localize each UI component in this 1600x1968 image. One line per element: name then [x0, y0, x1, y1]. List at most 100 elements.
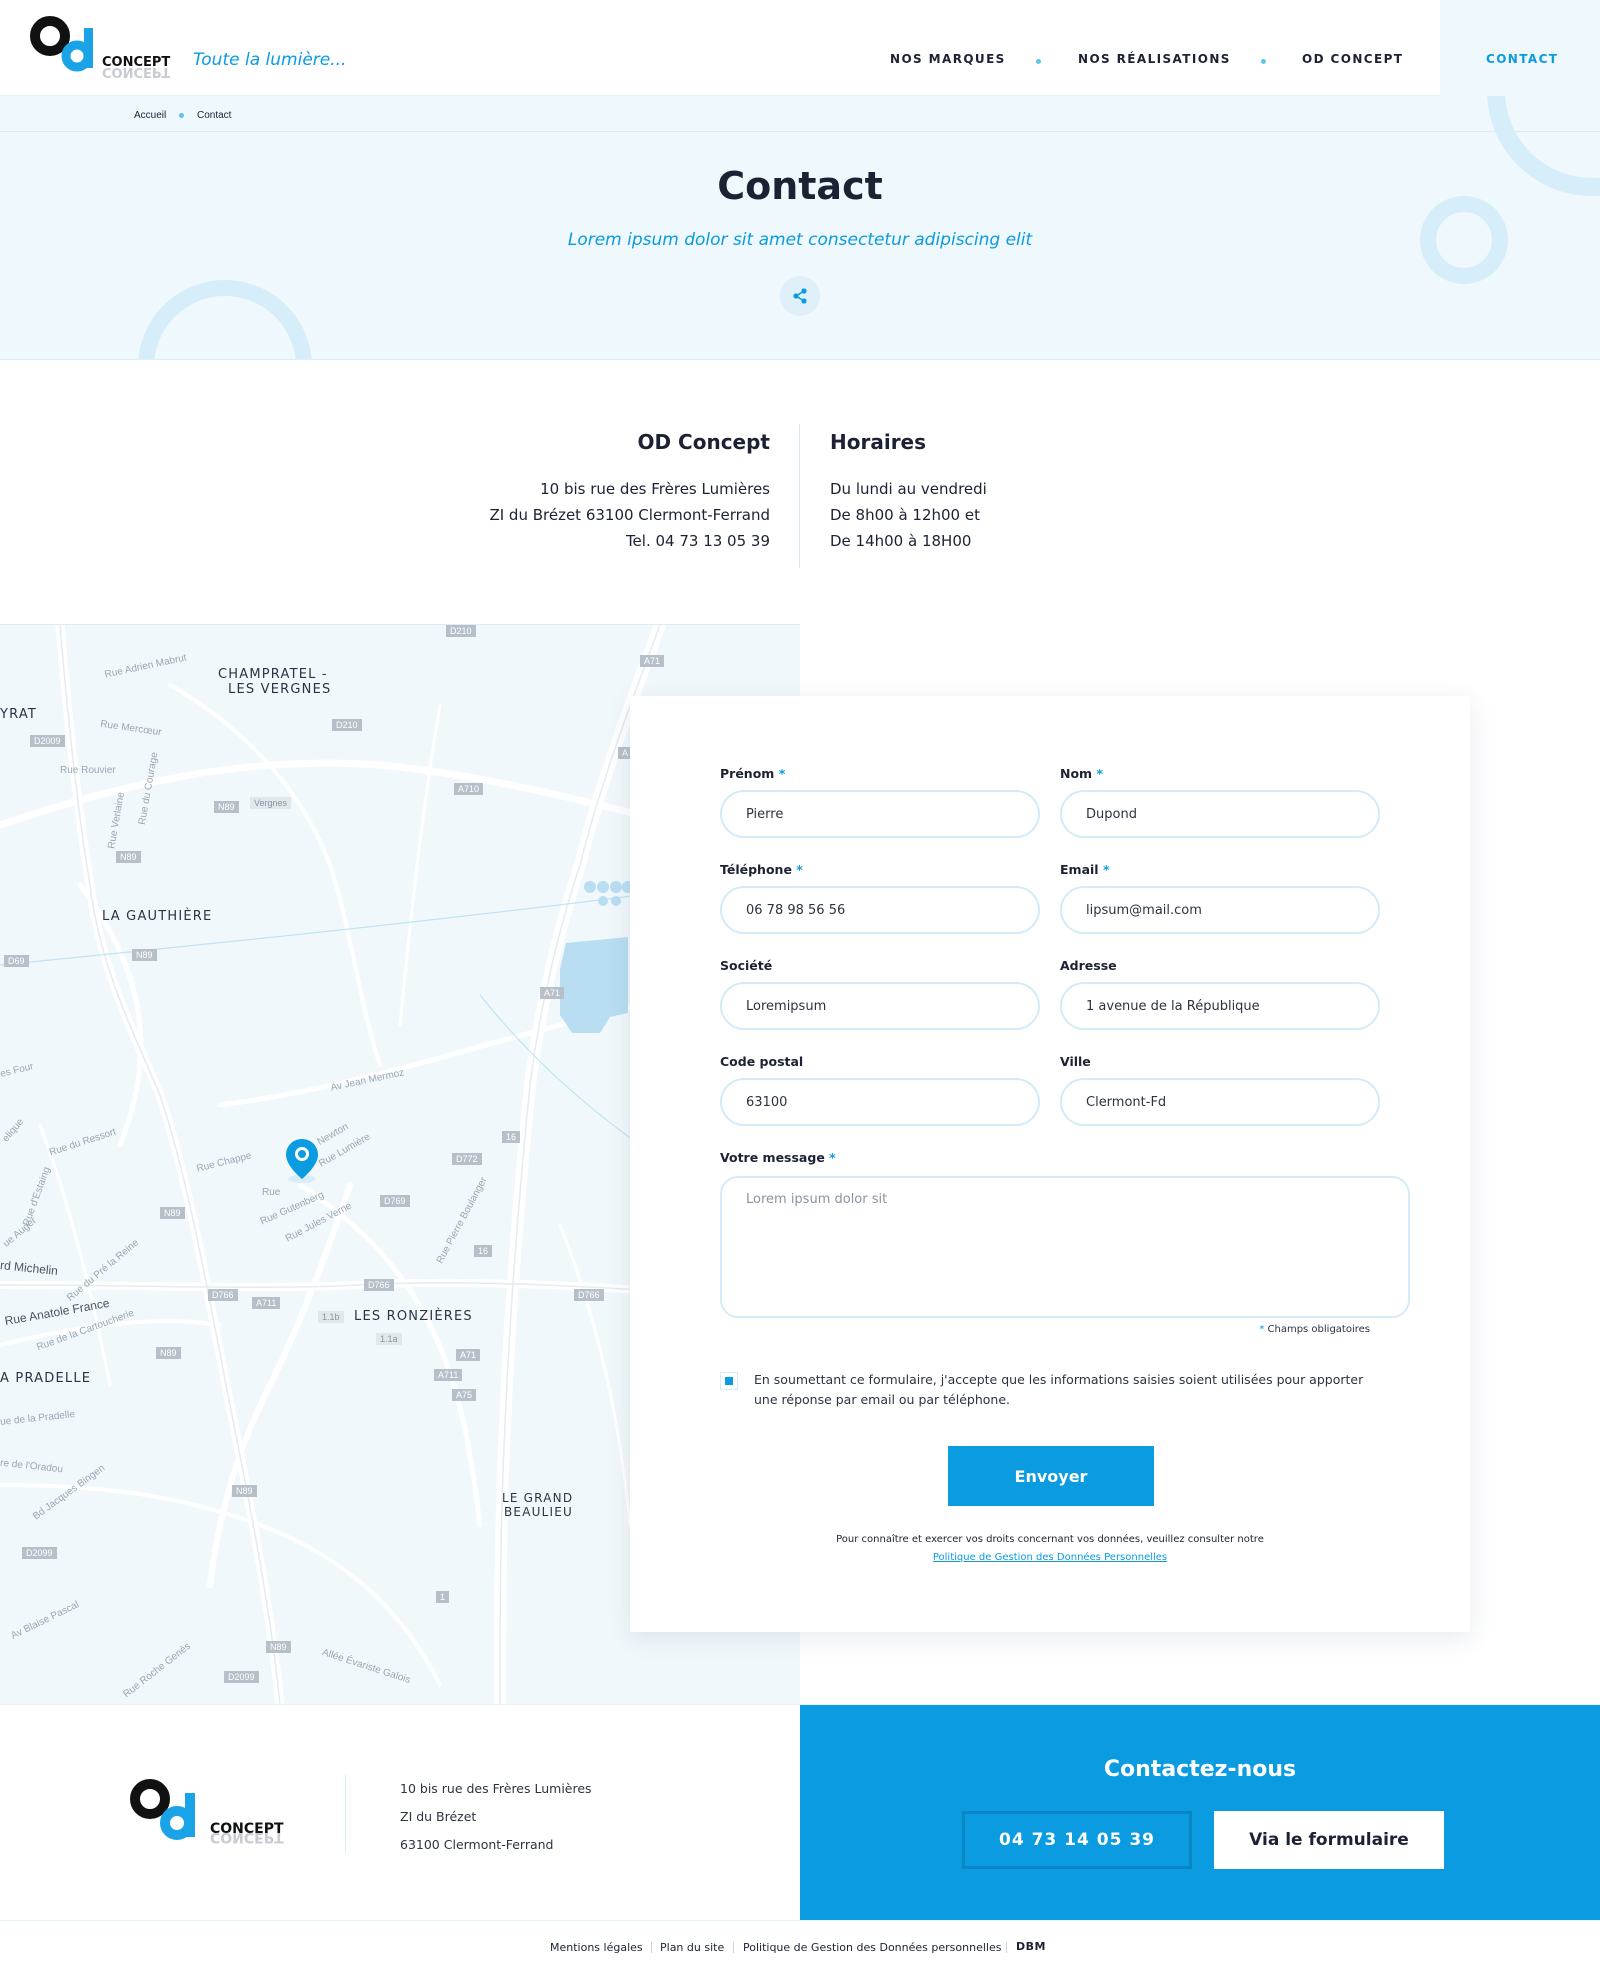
message-textarea[interactable]: Lorem ipsum dolor sit	[720, 1176, 1410, 1318]
company-title: OD Concept	[637, 430, 770, 454]
prenom-input[interactable]: Pierre	[720, 790, 1040, 838]
cta-phone-button[interactable]: 04 73 14 05 39	[962, 1811, 1192, 1869]
info-divider	[799, 424, 800, 568]
map-street-label: Rue Rouvier	[60, 765, 116, 776]
code-postal-input[interactable]: 63100	[720, 1078, 1040, 1126]
site-header: CONCEPT CONCEPT Toute la lumière... NOS …	[0, 0, 1600, 96]
hours-line: Du lundi au vendredi	[830, 480, 987, 498]
hours-line: De 14h00 à 18H00	[830, 532, 972, 550]
consent-text: En soumettant ce formulaire, j'accepte q…	[754, 1372, 1364, 1407]
road-shield: N89	[116, 851, 141, 863]
field-label-societe: Société	[720, 958, 773, 973]
road-shield: A711	[252, 1297, 281, 1309]
submit-button[interactable]: Envoyer	[948, 1446, 1154, 1506]
footer-logo[interactable]: CONCEPT CONCEPT	[130, 1777, 290, 1853]
road-shield: D210	[446, 625, 476, 637]
email-input[interactable]: lipsum@mail.com	[1060, 886, 1380, 934]
contact-form: Prénom * Pierre Nom * Dupond Téléphone *…	[630, 696, 1470, 1632]
nav-nos-marques[interactable]: NOS MARQUES	[890, 52, 1006, 66]
agency-credit-link[interactable]: DBM	[1016, 1940, 1046, 1953]
road-shield: A711	[434, 1369, 463, 1381]
field-label-nom: Nom *	[1060, 766, 1103, 781]
road-shield: A71	[640, 655, 665, 667]
company-phone[interactable]: Tel. 04 73 13 05 39	[626, 532, 770, 550]
map-location-pin-icon[interactable]	[284, 1137, 320, 1187]
consent-checkbox[interactable]	[720, 1372, 738, 1390]
road-shield: D69	[4, 955, 29, 967]
footer-address-line: ZI du Brézet	[400, 1809, 477, 1824]
map-place-label: LA GAUTHIÈRE	[102, 909, 213, 924]
map-place-label: A PRADELLE	[0, 1371, 92, 1386]
nav-separator-dot	[1261, 59, 1266, 64]
nav-od-concept[interactable]: OD CONCEPT	[1302, 52, 1403, 66]
road-shield: D2009	[30, 735, 65, 747]
road-shield: D772	[452, 1153, 482, 1165]
road-shield: 1.1a	[376, 1333, 402, 1345]
road-shield: 1	[436, 1591, 450, 1603]
footer-address-line: 63100 Clermont-Ferrand	[400, 1837, 554, 1852]
site-footer: CONCEPT CONCEPT 10 bis rue des Frères Lu…	[0, 1704, 1600, 1921]
legal-separator	[733, 1942, 734, 1953]
road-shield: D766	[208, 1289, 238, 1301]
field-label-ville: Ville	[1060, 1054, 1091, 1069]
map-place-label: BEAULIEU	[504, 1505, 573, 1519]
road-shield: A71	[540, 987, 565, 999]
hero-banner: Accueil Contact Contact Lorem ipsum dolo…	[0, 96, 1600, 360]
svg-text:CONCEPT: CONCEPT	[210, 1829, 284, 1845]
share-icon	[793, 288, 807, 304]
cta-title: Contactez-nous	[1103, 1757, 1297, 1782]
road-shield: D210	[332, 719, 362, 731]
share-button[interactable]	[780, 276, 820, 316]
svg-text:CONCEPT: CONCEPT	[102, 64, 170, 79]
footer-divider	[345, 1775, 346, 1853]
road-shield: 1.1b	[318, 1311, 344, 1323]
breadcrumb: Accueil Contact	[0, 96, 1600, 132]
field-label-prenom: Prénom *	[720, 766, 786, 781]
road-shield: N89	[232, 1485, 257, 1497]
road-shield: 16	[474, 1245, 493, 1257]
od-concept-logo[interactable]: CONCEPT CONCEPT	[30, 14, 180, 80]
road-shield: A75	[452, 1389, 477, 1401]
sitemap-link[interactable]: Plan du site	[660, 1941, 724, 1954]
telephone-input[interactable]: 06 78 98 56 56	[720, 886, 1040, 934]
legal-separator	[651, 1942, 652, 1953]
road-shield: N89	[266, 1641, 291, 1653]
map-street-label: Rue	[262, 1187, 281, 1198]
tagline: Toute la lumière...	[193, 50, 347, 70]
nav-contact-label[interactable]: CONTACT	[1486, 52, 1558, 66]
legal-mentions-link[interactable]: Mentions légales	[550, 1941, 643, 1954]
privacy-policy-link[interactable]: Politique de Gestion des Données Personn…	[630, 1552, 1470, 1563]
road-shield: N89	[214, 801, 239, 813]
road-shield: D769	[380, 1195, 410, 1207]
societe-input[interactable]: Loremipsum	[720, 982, 1040, 1030]
nav-nos-realisations[interactable]: NOS RÉALISATIONS	[1078, 52, 1231, 66]
adresse-input[interactable]: 1 avenue de la République	[1060, 982, 1380, 1030]
road-shield: 16	[502, 1131, 521, 1143]
cta-form-button[interactable]: Via le formulaire	[1214, 1811, 1444, 1869]
breadcrumb-separator	[179, 113, 184, 118]
nav-separator-dot	[1036, 59, 1041, 64]
legal-separator	[1006, 1942, 1007, 1953]
hours-line: De 8h00 à 12h00 et	[830, 506, 980, 524]
road-shield: N89	[160, 1207, 185, 1219]
road-shield: N89	[156, 1347, 181, 1359]
breadcrumb-home[interactable]: Accueil	[134, 110, 166, 121]
road-shield: D2099	[224, 1671, 259, 1683]
legal-bar: Mentions légales Plan du site Politique …	[0, 1920, 1600, 1968]
privacy-link[interactable]: Politique de Gestion des Données personn…	[743, 1941, 1001, 1954]
company-address-line: ZI du Brézet 63100 Clermont-Ferrand	[489, 506, 770, 524]
required-fields-note: * Champs obligatoires	[1259, 1324, 1370, 1335]
field-label-code-postal: Code postal	[720, 1054, 804, 1069]
road-shield: A71	[456, 1349, 481, 1361]
nav-contact[interactable]: CONTACT	[1440, 0, 1600, 96]
contact-cta-panel: Contactez-nous 04 73 14 05 39 Via le for…	[800, 1705, 1600, 1921]
road-shield: D766	[574, 1289, 604, 1301]
data-rights-text: Pour connaître et exercer vos droits con…	[836, 1534, 1264, 1545]
field-label-adresse: Adresse	[1060, 958, 1117, 973]
road-shield: A710	[454, 783, 484, 795]
footer-address-line: 10 bis rue des Frères Lumières	[400, 1781, 592, 1796]
ville-input[interactable]: Clermont-Fd	[1060, 1078, 1380, 1126]
road-shield: Vergnes	[250, 797, 292, 809]
map-place-label: LES VERGNES	[228, 682, 332, 697]
nom-input[interactable]: Dupond	[1060, 790, 1380, 838]
